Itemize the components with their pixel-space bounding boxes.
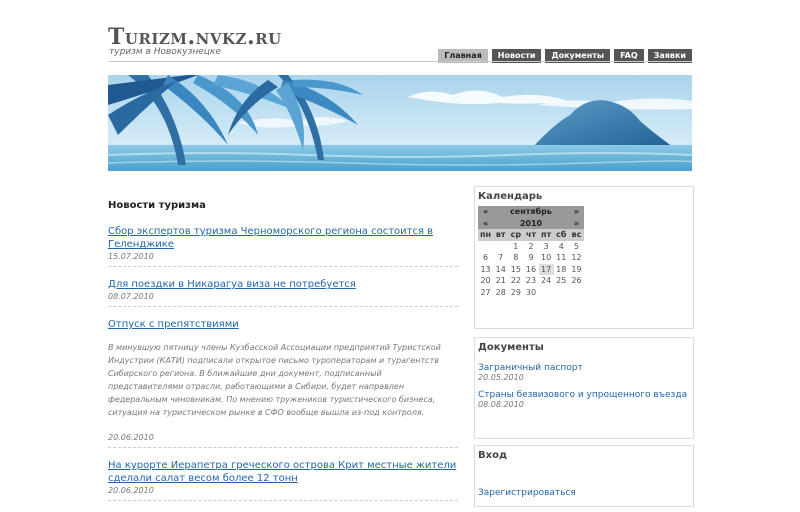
news-summary: В минувшую пятницу члены Кузбасской Ассо… (108, 343, 441, 417)
calendar-day[interactable]: 2 (523, 241, 538, 253)
calendar-day[interactable]: 12 (569, 252, 584, 264)
calendar-prev-year[interactable]: « (478, 217, 494, 229)
news-item: Отпуск с препятствиями В минувшую пятниц… (108, 318, 458, 448)
documents-title: Документы (478, 342, 544, 353)
calendar-day (569, 287, 584, 299)
calendar-day[interactable]: 26 (569, 275, 584, 287)
tropical-island-illustration (108, 75, 692, 171)
weekday-label: сб (553, 229, 569, 241)
document-link[interactable]: Страны безвизового и упрощенного въезда (478, 390, 690, 400)
calendar-day[interactable]: 9 (523, 252, 538, 264)
calendar-day[interactable]: 4 (554, 241, 569, 253)
calendar-month: сентябрь (493, 206, 569, 218)
login-box: Вход Зарегистрироваться (474, 445, 694, 507)
calendar-day[interactable]: 23 (523, 275, 538, 287)
news-date: 15.07.2010 (108, 252, 154, 261)
calendar-next-year[interactable]: » (568, 217, 584, 229)
weekday-label: пт (538, 229, 554, 241)
calendar-week: 1 2 3 4 5 (478, 241, 584, 253)
document-date: 08.08.2010 (478, 400, 524, 409)
calendar-day-today[interactable]: 17 (538, 263, 554, 275)
calendar-day[interactable]: 1 (508, 241, 523, 253)
calendar-day[interactable]: 6 (478, 252, 493, 264)
news-item: На курорте Иерапетра греческого острова … (108, 459, 458, 501)
calendar-week: 20 21 22 23 24 25 26 (478, 275, 584, 287)
calendar-day[interactable]: 28 (493, 287, 508, 299)
calendar-day[interactable]: 29 (508, 287, 523, 299)
calendar-day[interactable]: 7 (493, 252, 508, 264)
weekday-label: пн (478, 229, 494, 241)
calendar-day[interactable]: 30 (523, 287, 538, 299)
calendar-weekdays: пн вт ср чт пт сб вс (478, 229, 584, 241)
calendar-day[interactable]: 15 (508, 264, 523, 276)
weekday-label: чт (523, 229, 539, 241)
calendar-prev-month[interactable]: « (478, 206, 494, 218)
calendar-next-month[interactable]: » (568, 206, 584, 218)
news-date: 08.07.2010 (108, 292, 154, 301)
calendar-week: 27 28 29 30 (478, 287, 584, 299)
calendar-day (539, 287, 554, 299)
news-link[interactable]: Для поездки в Никарагуа виза не потребуе… (108, 278, 458, 291)
news-date: 20.06.2010 (108, 433, 154, 442)
weekday-label: вт (493, 229, 509, 241)
document-link[interactable]: Заграничный паспорт (478, 363, 690, 373)
calendar-day (493, 241, 508, 253)
calendar-day (554, 287, 569, 299)
news-link[interactable]: Отпуск с препятствиями (108, 318, 458, 331)
calendar-week: 6 7 8 9 10 11 12 (478, 252, 584, 264)
news-item: Сбор экспертов туризма Черноморского рег… (108, 225, 458, 267)
calendar-day[interactable]: 18 (554, 264, 569, 276)
calendar-day[interactable]: 16 (523, 264, 538, 276)
calendar-day[interactable]: 20 (478, 275, 493, 287)
calendar-table: « сентябрь » « 2010 » пн вт ср чт пт сб … (478, 206, 584, 298)
calendar-day[interactable]: 19 (569, 264, 584, 276)
calendar-title: Календарь (478, 191, 543, 202)
calendar-day[interactable]: 5 (569, 241, 584, 253)
documents-list: Заграничный паспорт 20.05.2010 Страны бе… (475, 363, 693, 409)
calendar-day[interactable]: 14 (493, 264, 508, 276)
document-item: Заграничный паспорт 20.05.2010 (478, 363, 690, 382)
calendar-day[interactable]: 13 (478, 264, 493, 276)
banner-image (108, 75, 692, 171)
weekday-label: вс (568, 229, 584, 241)
calendar-week: 13 14 15 16 17 18 19 (478, 263, 584, 276)
news-link[interactable]: На курорте Иерапетра греческого острова … (108, 459, 458, 485)
documents-box: Документы Заграничный паспорт 20.05.2010… (474, 337, 694, 439)
document-date: 20.05.2010 (478, 373, 524, 382)
calendar-day[interactable]: 3 (539, 241, 554, 253)
news-heading: Новости туризма (108, 200, 206, 211)
weekday-label: ср (508, 229, 524, 241)
calendar-day[interactable]: 22 (508, 275, 523, 287)
document-item: Страны безвизового и упрощенного въезда … (478, 390, 690, 409)
calendar-day[interactable]: 24 (539, 275, 554, 287)
calendar-day[interactable]: 21 (493, 275, 508, 287)
calendar-day (478, 241, 493, 253)
calendar-day[interactable]: 8 (508, 252, 523, 264)
news-date: 20.06.2010 (108, 486, 154, 495)
header-divider (108, 61, 692, 62)
calendar-day[interactable]: 25 (554, 275, 569, 287)
calendar-box: Календарь « сентябрь » « 2010 » пн вт ср… (474, 186, 694, 329)
site-subtitle: туризм в Новокузнецке (109, 47, 221, 57)
news-item: Для поездки в Никарагуа виза не потребуе… (108, 278, 458, 307)
news-link[interactable]: Сбор экспертов туризма Черноморского рег… (108, 225, 458, 251)
login-title: Вход (478, 450, 508, 461)
calendar-day[interactable]: 10 (539, 252, 554, 264)
news-section: Новости туризма Сбор экспертов туризма Ч… (108, 200, 458, 512)
calendar-day[interactable]: 27 (478, 287, 493, 299)
calendar-year: 2010 (493, 217, 569, 229)
calendar-day[interactable]: 11 (554, 252, 569, 264)
